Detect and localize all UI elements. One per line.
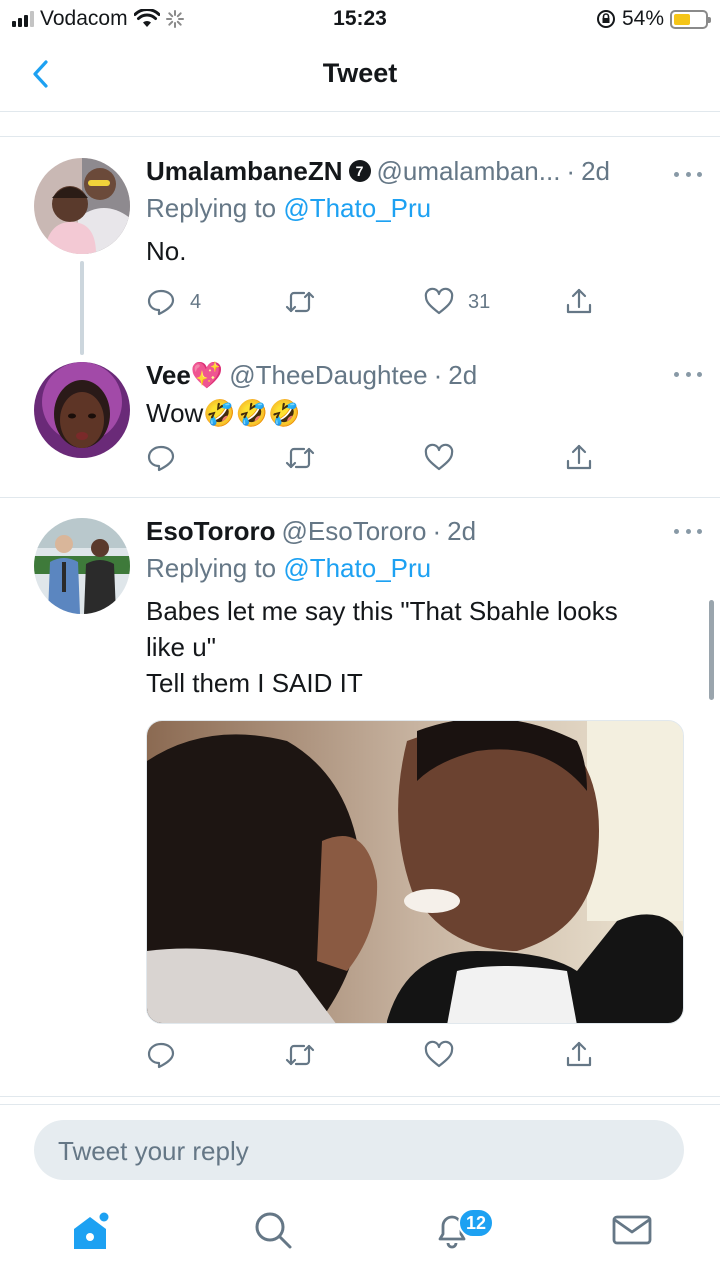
replying-to-label: Replying to xyxy=(146,193,277,223)
share-button[interactable] xyxy=(564,1040,594,1070)
tweet[interactable]: UmalambaneZN 7 @umalamban... · 2d Replyi… xyxy=(0,137,720,355)
tweet-header: UmalambaneZN 7 @umalamban... · 2d xyxy=(146,155,690,187)
reply-icon xyxy=(147,289,175,316)
share-icon xyxy=(566,444,592,470)
status-bar: Vodacom 15:23 54% xyxy=(0,0,720,38)
tweet-content: EsoTororo @EsoTororo · 2d Replying to @T… xyxy=(146,515,690,701)
replying-to-mention[interactable]: @Thato_Pru xyxy=(283,193,431,223)
notifications-badge: 12 xyxy=(458,1208,495,1238)
tweet-media-image[interactable] xyxy=(146,720,684,1024)
tweet-text-line: Tell them I SAID IT xyxy=(146,668,363,698)
tweet-header: Vee💖 @TheeDaughtee · 2d xyxy=(146,359,690,391)
tweet-content: UmalambaneZN 7 @umalamban... · 2d Replyi… xyxy=(146,155,690,269)
replying-to-label: Replying to xyxy=(146,553,277,583)
reply-count: 4 xyxy=(190,290,202,313)
tweet-time: 2d xyxy=(581,155,611,186)
share-icon xyxy=(566,288,592,314)
share-button[interactable] xyxy=(564,443,594,473)
reply-button[interactable]: 4 xyxy=(146,287,201,317)
more-options-icon[interactable] xyxy=(674,526,702,536)
search-icon[interactable] xyxy=(250,1207,294,1251)
user-name[interactable]: Vee💖 xyxy=(146,360,223,391)
more-options-icon[interactable] xyxy=(674,369,702,379)
tweet-content: Vee💖 @TheeDaughtee · 2d Wow🤣🤣🤣 xyxy=(146,359,690,431)
like-count: 31 xyxy=(468,290,491,313)
thread-line xyxy=(80,261,84,355)
separator-dot: · xyxy=(566,155,576,186)
separator-dot: · xyxy=(432,515,442,546)
tweet[interactable]: Vee💖 @TheeDaughtee · 2d Wow🤣🤣🤣 xyxy=(0,347,720,497)
avatar[interactable] xyxy=(34,518,130,614)
status-right: 54% xyxy=(596,7,711,31)
tweet-text-line: like u" xyxy=(146,632,216,662)
reply-button[interactable] xyxy=(146,443,176,473)
tweet-text: No. xyxy=(146,236,187,266)
share-icon xyxy=(566,1041,592,1067)
tweet-text: Babes let me say this "That Sbahle looks… xyxy=(146,593,690,701)
like-button[interactable]: 31 xyxy=(424,287,490,317)
reply-placeholder: Tweet your reply xyxy=(58,1136,249,1166)
user-name[interactable]: UmalambaneZN xyxy=(146,156,343,187)
avatar[interactable] xyxy=(34,158,130,254)
tweet-header: EsoTororo @EsoTororo · 2d xyxy=(146,515,690,547)
tab-bar xyxy=(0,1195,720,1280)
share-button[interactable] xyxy=(564,287,594,317)
like-icon xyxy=(424,1040,454,1068)
replying-to: Replying to @Thato_Pru xyxy=(146,553,690,585)
divider xyxy=(0,1096,720,1097)
page-title: Tweet xyxy=(322,58,398,88)
more-options-icon[interactable] xyxy=(674,169,702,179)
divider xyxy=(0,1104,720,1105)
separator-dot: · xyxy=(433,359,443,390)
tweet-actions: 4 31 xyxy=(146,287,596,321)
messages-icon[interactable] xyxy=(610,1207,654,1251)
user-name[interactable]: EsoTororo xyxy=(146,516,276,547)
tweet-actions xyxy=(146,1040,596,1074)
reply-button[interactable] xyxy=(146,1040,176,1070)
tweet-text-line: Babes let me say this "That Sbahle looks xyxy=(146,596,618,626)
like-button[interactable] xyxy=(424,443,454,473)
home-icon[interactable] xyxy=(68,1209,112,1253)
tweet-actions xyxy=(146,443,596,477)
nav-header: Tweet xyxy=(0,38,720,112)
battery-icon xyxy=(670,9,711,29)
reply-icon xyxy=(147,445,175,472)
avatar[interactable] xyxy=(34,362,130,458)
retweet-button[interactable] xyxy=(284,443,316,473)
retweet-button[interactable] xyxy=(284,287,316,317)
battery-percent: 54% xyxy=(621,7,664,30)
tweet[interactable]: EsoTororo @EsoTororo · 2d Replying to @T… xyxy=(0,498,720,1096)
user-handle[interactable]: @TheeDaughtee xyxy=(229,360,427,391)
user-handle[interactable]: @EsoTororo xyxy=(282,516,427,547)
like-icon xyxy=(424,287,454,315)
reply-icon xyxy=(147,1042,175,1069)
like-button[interactable] xyxy=(424,1040,454,1070)
tweet-time: 2d xyxy=(447,515,477,546)
retweet-icon xyxy=(285,447,315,469)
verified-badge-icon: 7 xyxy=(348,160,371,182)
replying-to: Replying to @Thato_Pru xyxy=(146,193,690,225)
orientation-lock-icon xyxy=(596,10,615,28)
tweet-time: 2d xyxy=(448,359,478,390)
retweet-icon xyxy=(285,1044,315,1066)
retweet-icon xyxy=(285,291,315,313)
user-handle[interactable]: @umalamban... xyxy=(377,156,561,187)
scrollbar[interactable] xyxy=(709,600,714,700)
replying-to-mention[interactable]: @Thato_Pru xyxy=(283,553,431,583)
like-icon xyxy=(424,443,454,471)
retweet-button[interactable] xyxy=(284,1040,316,1070)
tweet-text: Wow🤣🤣🤣 xyxy=(146,398,301,428)
reply-input[interactable]: Tweet your reply xyxy=(34,1120,684,1180)
